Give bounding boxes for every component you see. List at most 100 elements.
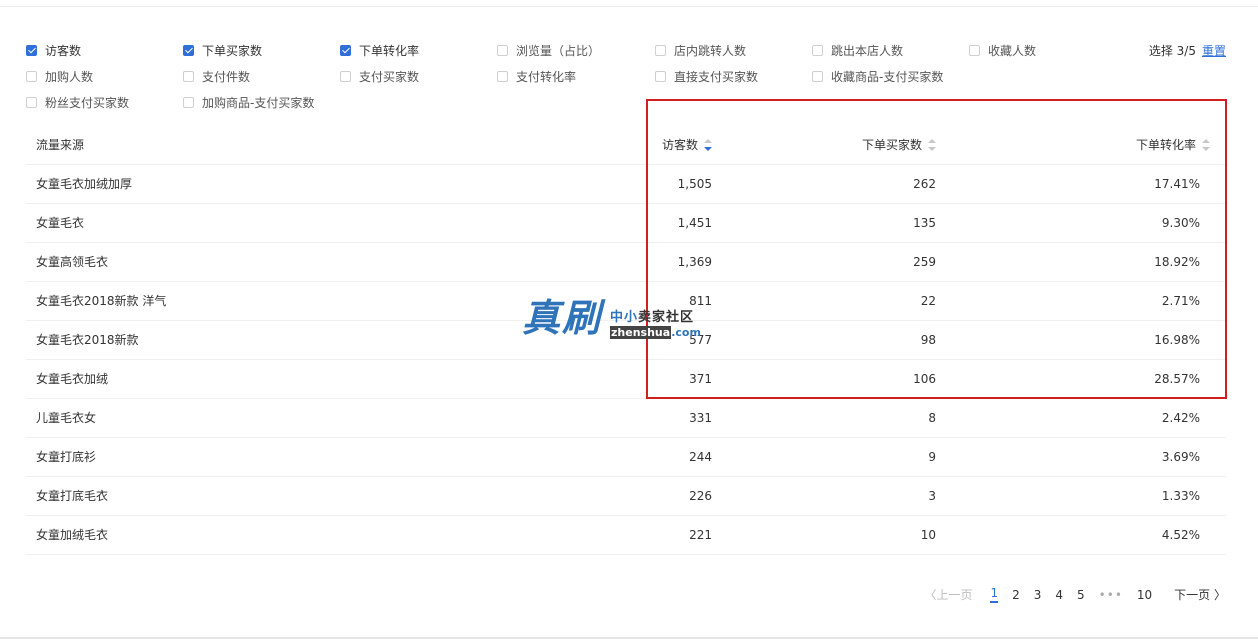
cell-buyers: 98: [920, 333, 936, 347]
table-row: 儿童毛衣女 331 8 2.42%: [26, 399, 1226, 438]
checkbox-icon[interactable]: [183, 71, 194, 82]
page-10[interactable]: 10: [1137, 588, 1152, 602]
checkbox-icon[interactable]: [969, 45, 980, 56]
metric-filter-panel: 访客数 下单买家数 下单转化率 浏览量（占比） 店内跳转人数 跳出本店人数 收藏…: [26, 38, 1226, 116]
filter-order-buyers[interactable]: 下单买家数: [183, 42, 262, 59]
filter-label: 直接支付买家数: [674, 70, 759, 84]
cell-buyers: 22: [920, 294, 936, 308]
cell-buyers: 259: [913, 255, 936, 269]
cell-source: 女童毛衣2018新款: [36, 333, 139, 347]
cell-visitors: 811: [689, 294, 712, 308]
filter-paid-buyers[interactable]: 支付买家数: [340, 68, 419, 85]
cell-buyers: 106: [913, 372, 936, 386]
cell-buyers: 262: [913, 177, 936, 191]
header-visitors[interactable]: 访客数: [662, 126, 712, 164]
sort-icon[interactable]: [928, 138, 936, 151]
cell-source: 女童毛衣加绒加厚: [36, 177, 133, 191]
cell-visitors: 244: [689, 450, 712, 464]
cell-rate: 17.41%: [1154, 177, 1200, 191]
header-buyers[interactable]: 下单买家数: [862, 126, 936, 164]
cell-source: 女童打底衫: [36, 450, 97, 464]
header-label: 下单买家数: [861, 138, 922, 152]
cell-visitors: 331: [689, 411, 712, 425]
next-page-button[interactable]: 下一页 〉: [1174, 586, 1226, 603]
cell-rate: 16.98%: [1154, 333, 1200, 347]
filter-pageviews[interactable]: 浏览量（占比）: [497, 42, 600, 59]
cell-buyers: 135: [913, 216, 936, 230]
cell-visitors: 221: [689, 528, 712, 542]
checkbox-icon[interactable]: [655, 45, 666, 56]
cell-source: 女童毛衣2018新款 洋气: [36, 294, 167, 308]
checkbox-icon[interactable]: [183, 45, 194, 56]
filter-add-cart[interactable]: 加购人数: [26, 68, 93, 85]
cell-source: 女童加绒毛衣: [36, 528, 109, 542]
table-row: 女童打底毛衣 226 3 1.33%: [26, 477, 1226, 516]
filter-label: 加购人数: [45, 70, 94, 84]
filter-label: 收藏商品-支付买家数: [831, 70, 944, 84]
table-row: 女童毛衣2018新款 577 98 16.98%: [26, 321, 1226, 360]
sort-icon[interactable]: [1202, 138, 1210, 151]
cell-source: 女童毛衣加绒: [36, 372, 109, 386]
checkbox-icon[interactable]: [26, 97, 37, 108]
table-row: 女童毛衣 1,451 135 9.30%: [26, 204, 1226, 243]
cell-source: 女童毛衣: [36, 216, 85, 230]
filter-cart-paid-buyers[interactable]: 加购商品-支付买家数: [183, 94, 314, 111]
filter-order-rate[interactable]: 下单转化率: [340, 42, 419, 59]
checkbox-icon[interactable]: [26, 45, 37, 56]
filter-label: 下单买家数: [202, 44, 263, 58]
checkbox-icon[interactable]: [812, 45, 823, 56]
filter-row-2: 加购人数 支付件数 支付买家数 支付转化率 直接支付买家数 收藏商品-支付买家数: [26, 64, 1226, 90]
table-row: 女童加绒毛衣 221 10 4.52%: [26, 516, 1226, 555]
cell-buyers: 9: [928, 450, 936, 464]
cell-rate: 4.52%: [1161, 528, 1200, 542]
filter-internal-jumps[interactable]: 店内跳转人数: [655, 42, 746, 59]
top-divider: [0, 6, 1258, 7]
reset-link[interactable]: 重置: [1202, 44, 1226, 58]
page-4[interactable]: 4: [1055, 588, 1063, 602]
selection-count: 选择 3/5: [1148, 44, 1196, 58]
cell-rate: 18.92%: [1154, 255, 1200, 269]
cell-visitors: 577: [689, 333, 712, 347]
cell-rate: 1.33%: [1161, 489, 1200, 503]
table-row: 女童打底衫 244 9 3.69%: [26, 438, 1226, 477]
checkbox-icon[interactable]: [497, 45, 508, 56]
filter-visitors[interactable]: 访客数: [26, 42, 81, 59]
header-label: 访客数: [661, 138, 698, 152]
filter-fan-paid-buyers[interactable]: 粉丝支付买家数: [26, 94, 129, 111]
checkbox-icon[interactable]: [340, 71, 351, 82]
checkbox-icon[interactable]: [183, 97, 194, 108]
filter-fav-paid-buyers[interactable]: 收藏商品-支付买家数: [812, 68, 943, 85]
page-5[interactable]: 5: [1077, 588, 1085, 602]
bottom-divider: [0, 637, 1258, 639]
cell-buyers: 8: [928, 411, 936, 425]
filter-label: 店内跳转人数: [674, 44, 747, 58]
checkbox-icon[interactable]: [26, 71, 37, 82]
filter-label: 浏览量（占比）: [516, 44, 601, 58]
table-row: 女童高领毛衣 1,369 259 18.92%: [26, 243, 1226, 282]
cell-buyers: 3: [928, 489, 936, 503]
filter-bounce[interactable]: 跳出本店人数: [812, 42, 903, 59]
sort-icon[interactable]: [704, 138, 712, 151]
cell-rate: 9.30%: [1161, 216, 1200, 230]
header-source: 流量来源: [36, 138, 85, 152]
filter-favorites[interactable]: 收藏人数: [969, 42, 1036, 59]
page-3[interactable]: 3: [1034, 588, 1042, 602]
filter-paid-items[interactable]: 支付件数: [183, 68, 250, 85]
checkbox-icon[interactable]: [497, 71, 508, 82]
filter-label: 支付件数: [202, 70, 251, 84]
page-ellipsis[interactable]: •••: [1099, 588, 1123, 602]
header-rate[interactable]: 下单转化率: [1136, 126, 1210, 164]
filter-paid-rate[interactable]: 支付转化率: [497, 68, 576, 85]
prev-page-button[interactable]: 〈上一页: [924, 586, 972, 603]
checkbox-icon[interactable]: [340, 45, 351, 56]
cell-visitors: 226: [689, 489, 712, 503]
header-label: 下单转化率: [1135, 138, 1196, 152]
checkbox-icon[interactable]: [655, 71, 666, 82]
table-row: 女童毛衣2018新款 洋气 811 22 2.71%: [26, 282, 1226, 321]
page-2[interactable]: 2: [1012, 588, 1020, 602]
filter-direct-paid-buyers[interactable]: 直接支付买家数: [655, 68, 758, 85]
filter-label: 收藏人数: [988, 44, 1037, 58]
page-1[interactable]: 1: [990, 586, 999, 603]
cell-rate: 3.69%: [1161, 450, 1200, 464]
checkbox-icon[interactable]: [812, 71, 823, 82]
